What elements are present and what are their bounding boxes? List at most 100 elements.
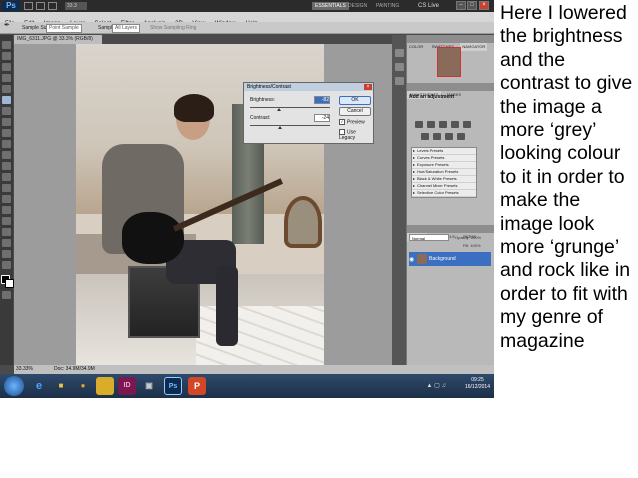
navigator-thumbnail[interactable] — [437, 47, 461, 77]
adjustments-panel-tabs: ADJUSTMENTS MASKS — [407, 83, 494, 99]
lasso-tool-icon[interactable] — [2, 63, 11, 71]
background-color-swatch[interactable] — [5, 279, 14, 288]
start-button[interactable] — [4, 376, 24, 396]
pen-tool-icon[interactable] — [2, 195, 11, 203]
system-clock[interactable]: 09:25 16/12/2014 — [465, 377, 490, 391]
photo-filter-adjustment-icon[interactable] — [457, 133, 465, 140]
curves-adjustment-icon[interactable] — [439, 121, 447, 128]
internet-explorer-icon[interactable]: e — [30, 377, 48, 395]
bridge-icon[interactable] — [24, 2, 33, 10]
black-white-adjustment-icon[interactable] — [445, 133, 453, 140]
workspace-painting[interactable]: PAINTING — [376, 2, 399, 10]
options-bar: ✒ Sample Size: Point Sample Sample: All … — [0, 22, 494, 34]
sample-size-select[interactable]: Point Sample — [46, 24, 82, 33]
brightness-adjustment-icon[interactable] — [415, 121, 423, 128]
show-sampling-ring-checkbox[interactable]: Show Sampling Ring — [150, 24, 196, 32]
swatches-panel-icon[interactable] — [395, 77, 404, 85]
chrome-icon[interactable] — [96, 377, 114, 395]
workspace-essentials[interactable]: ESSENTIALS — [312, 2, 349, 10]
mini-bridge-icon[interactable] — [36, 2, 45, 10]
panel-dock: COLOR SWATCHES NAVIGATOR ADJUSTMENTS MAS… — [406, 35, 494, 365]
status-zoom[interactable]: 33.33% — [16, 365, 33, 374]
media-player-icon[interactable]: ● — [74, 377, 92, 395]
status-doc-size[interactable]: Doc: 34.9M/34.9M — [54, 365, 95, 374]
vibrance-adjustment-icon[interactable] — [463, 121, 471, 128]
opacity-field[interactable]: Opacity: 100% — [455, 235, 481, 240]
zoom-level[interactable]: 33.3 — [65, 2, 87, 10]
powerpoint-icon[interactable]: P — [188, 377, 206, 395]
preview-label: Preview — [347, 119, 365, 126]
tray-icons[interactable]: ▲ ▢ ♫ — [427, 382, 446, 389]
ok-button[interactable]: OK — [339, 96, 371, 105]
crop-tool-icon[interactable] — [2, 85, 11, 93]
history-brush-tool-icon[interactable] — [2, 140, 11, 148]
quick-mask-icon[interactable] — [2, 291, 11, 299]
clock-date: 16/12/2014 — [464, 384, 490, 390]
levels-adjustment-icon[interactable] — [427, 121, 435, 128]
minimize-button[interactable]: – — [456, 1, 466, 10]
brightness-slider[interactable] — [250, 107, 330, 108]
preset-levels[interactable]: Levels Presets — [412, 148, 476, 155]
eye-icon[interactable]: ◉ — [409, 256, 414, 263]
zoom-tool-icon[interactable] — [2, 261, 11, 269]
color-balance-adjustment-icon[interactable] — [433, 133, 441, 140]
tab-color[interactable]: COLOR — [407, 43, 425, 51]
marquee-tool-icon[interactable] — [2, 52, 11, 60]
contrast-slider[interactable] — [250, 125, 330, 126]
app-window-icon[interactable]: ▣ — [140, 377, 158, 395]
tab-navigator[interactable]: NAVIGATOR — [460, 43, 488, 51]
preset-exposure[interactable]: Exposure Presets — [412, 162, 476, 169]
blur-tool-icon[interactable] — [2, 173, 11, 181]
brightness-slider-thumb[interactable] — [276, 108, 281, 111]
quick-select-tool-icon[interactable] — [2, 74, 11, 82]
cs-live-button[interactable]: CS Live — [418, 1, 439, 11]
cancel-button[interactable]: Cancel — [339, 107, 371, 116]
contrast-slider-thumb[interactable] — [278, 126, 283, 129]
maximize-button[interactable]: □ — [467, 1, 477, 10]
adjustment-presets-list: Levels Presets Curves Presets Exposure P… — [411, 147, 477, 198]
exposure-adjustment-icon[interactable] — [451, 121, 459, 128]
contrast-input[interactable]: -24 — [314, 114, 330, 122]
path-select-tool-icon[interactable] — [2, 217, 11, 225]
info-panel-icon[interactable] — [395, 63, 404, 71]
hue-saturation-adjustment-icon[interactable] — [421, 133, 429, 140]
application-bar: Ps 33.3 ESSENTIALS DESIGN PAINTING CS Li… — [0, 0, 494, 12]
fill-field[interactable]: Fill: 100% — [463, 243, 481, 248]
healing-tool-icon[interactable] — [2, 107, 11, 115]
gradient-tool-icon[interactable] — [2, 162, 11, 170]
shape-tool-icon[interactable] — [2, 228, 11, 236]
eyedropper-icon[interactable]: ✒ — [4, 22, 10, 30]
type-tool-icon[interactable] — [2, 206, 11, 214]
brush-tool-icon[interactable] — [2, 118, 11, 126]
preset-selective-color[interactable]: Selective Color Presets — [412, 190, 476, 197]
close-button[interactable]: × — [479, 1, 489, 10]
eyedropper-tool-icon[interactable] — [2, 96, 11, 104]
preview-checkbox[interactable]: ✓ Preview — [339, 119, 365, 125]
blend-mode-select[interactable]: Normal — [409, 234, 449, 241]
photoshop-taskbar-icon[interactable]: Ps — [164, 377, 182, 395]
indesign-icon[interactable]: ID — [118, 377, 136, 395]
document-tab[interactable]: IMG_6311.JPG @ 33.3% (RGB/8) — [14, 35, 102, 44]
brightness-contrast-dialog: Brightness/Contrast × Brightness: -82 Co… — [243, 82, 374, 144]
sample-select[interactable]: All Layers — [112, 24, 140, 33]
dodge-tool-icon[interactable] — [2, 184, 11, 192]
preset-hue-saturation[interactable]: Hue/Saturation Presets — [412, 169, 476, 176]
preset-curves[interactable]: Curves Presets — [412, 155, 476, 162]
dialog-close-icon[interactable]: × — [364, 84, 372, 90]
view-extras-icon[interactable] — [48, 2, 57, 10]
hand-tool-icon[interactable] — [2, 250, 11, 258]
layers-panel-tabs: LAYERS CHANNELS PATHS — [407, 225, 494, 241]
preset-black-white[interactable]: Black & White Presets — [412, 176, 476, 183]
windows-taskbar: e ■ ● ID ▣ Ps P 09:25 16/12/2014 ▲ ▢ ♫ — [0, 374, 494, 398]
brightness-input[interactable]: -82 — [314, 96, 330, 104]
clone-stamp-tool-icon[interactable] — [2, 129, 11, 137]
tools-panel — [0, 35, 14, 365]
preset-channel-mixer[interactable]: Channel Mixer Presets — [412, 183, 476, 190]
eraser-tool-icon[interactable] — [2, 151, 11, 159]
use-legacy-checkbox[interactable]: Use Legacy — [339, 129, 373, 141]
3d-rotate-tool-icon[interactable] — [2, 239, 11, 247]
workspace-design[interactable]: DESIGN — [348, 2, 367, 10]
file-explorer-icon[interactable]: ■ — [52, 377, 70, 395]
move-tool-icon[interactable] — [2, 41, 11, 49]
history-panel-icon[interactable] — [395, 49, 404, 57]
